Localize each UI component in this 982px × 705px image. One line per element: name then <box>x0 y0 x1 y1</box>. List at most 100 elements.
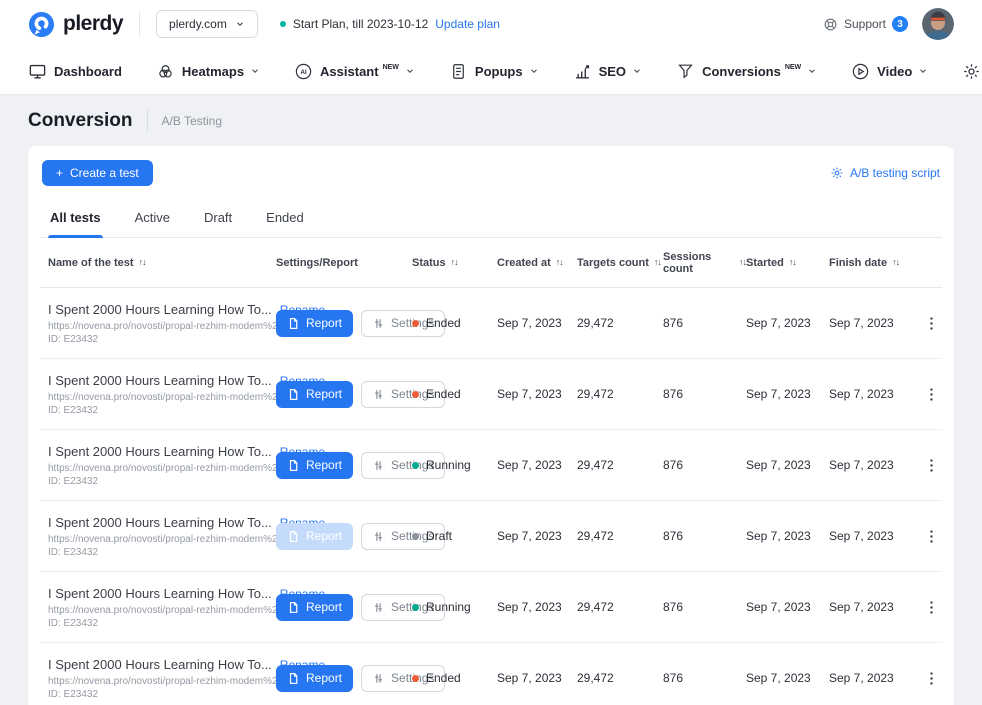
main-nav: Dashboard Heatmaps AI Assistant NEW Popu… <box>0 48 982 95</box>
brand-name: plerdy <box>63 12 123 36</box>
test-name: I Spent 2000 Hours Learning How To... <box>48 586 272 601</box>
created-at-value: Sep 7, 2023 <box>497 671 577 685</box>
kebab-menu-button[interactable] <box>923 315 940 332</box>
sort-icon[interactable]: ↑↓ <box>139 258 146 267</box>
kebab-icon <box>923 599 940 616</box>
chevron-down-icon <box>235 19 245 29</box>
test-name: I Spent 2000 Hours Learning How To... <box>48 657 272 672</box>
nav-conversions[interactable]: Conversions NEW <box>676 62 817 81</box>
chevron-down-icon <box>807 66 817 76</box>
started-value: Sep 7, 2023 <box>746 529 829 543</box>
table-body: I Spent 2000 Hours Learning How To... Re… <box>40 288 942 705</box>
funnel-icon <box>676 62 695 81</box>
created-at-value: Sep 7, 2023 <box>497 316 577 330</box>
report-button[interactable]: Report <box>276 594 353 621</box>
tab-all-tests[interactable]: All tests <box>48 202 103 237</box>
sliders-icon <box>372 459 385 472</box>
status-dot <box>412 675 419 682</box>
started-value: Sep 7, 2023 <box>746 458 829 472</box>
gear-icon <box>830 166 844 180</box>
kebab-icon <box>923 457 940 474</box>
test-id: ID: E23432 <box>48 405 262 416</box>
targets-count-value: 29,472 <box>577 458 663 472</box>
plan-status: Start Plan, till 2023-10-12 Update plan <box>280 17 500 31</box>
chevron-down-icon <box>529 66 539 76</box>
tab-draft[interactable]: Draft <box>202 202 234 237</box>
sort-icon[interactable]: ↑↓ <box>654 258 661 267</box>
sessions-count-value: 876 <box>663 671 746 685</box>
support-label: Support <box>844 17 886 31</box>
domain-selector[interactable]: plerdy.com <box>156 10 258 38</box>
chevron-down-icon <box>918 66 928 76</box>
targets-count-value: 29,472 <box>577 387 663 401</box>
nav-video[interactable]: Video <box>851 62 928 81</box>
kebab-menu-button[interactable] <box>923 528 940 545</box>
sort-icon[interactable]: ↑↓ <box>789 258 796 267</box>
tab-active[interactable]: Active <box>133 202 172 237</box>
lifebuoy-icon <box>823 17 838 32</box>
nav-label: Conversions <box>702 64 781 79</box>
kebab-menu-button[interactable] <box>923 670 940 687</box>
report-button[interactable]: Report <box>276 310 353 337</box>
table-row: I Spent 2000 Hours Learning How To... Re… <box>40 572 942 643</box>
kebab-icon <box>923 528 940 545</box>
test-id: ID: E23432 <box>48 689 262 700</box>
nav-label: Dashboard <box>54 64 122 79</box>
nav-label: Heatmaps <box>182 64 244 79</box>
ai-assistant-icon: AI <box>294 62 313 81</box>
sort-icon[interactable]: ↑↓ <box>739 258 746 267</box>
plerdy-logo[interactable]: plerdy <box>28 11 123 38</box>
table-row: I Spent 2000 Hours Learning How To... Re… <box>40 430 942 501</box>
nav-label: SEO <box>599 64 626 79</box>
update-plan-link[interactable]: Update plan <box>435 17 500 31</box>
kebab-menu-button[interactable] <box>923 599 940 616</box>
report-button[interactable]: Report <box>276 381 353 408</box>
nav-dashboard[interactable]: Dashboard <box>28 62 122 81</box>
sessions-count-value: 876 <box>663 600 746 614</box>
report-button[interactable]: Report <box>276 665 353 692</box>
finish-date-value: Sep 7, 2023 <box>829 387 920 401</box>
sort-icon[interactable]: ↑↓ <box>892 258 899 267</box>
sort-icon[interactable]: ↑↓ <box>451 258 458 267</box>
nav-heatmaps[interactable]: Heatmaps <box>156 62 260 81</box>
created-at-value: Sep 7, 2023 <box>497 458 577 472</box>
status-label: Ended <box>426 671 461 685</box>
created-at-value: Sep 7, 2023 <box>497 600 577 614</box>
nav-popups[interactable]: Popups <box>449 62 539 81</box>
report-file-icon <box>287 459 300 472</box>
targets-count-value: 29,472 <box>577 600 663 614</box>
support-button[interactable]: Support 3 <box>823 16 908 32</box>
ab-testing-script-link[interactable]: A/B testing script <box>830 166 940 180</box>
nav-seo[interactable]: SEO <box>573 62 642 81</box>
created-at-value: Sep 7, 2023 <box>497 529 577 543</box>
kebab-menu-button[interactable] <box>923 386 940 403</box>
status-label: Ended <box>426 316 461 330</box>
page-head: Conversion A/B Testing <box>0 95 982 146</box>
plus-icon: + <box>56 166 63 180</box>
nav-assistant[interactable]: AI Assistant NEW <box>294 62 415 81</box>
avatar[interactable] <box>922 8 954 40</box>
test-url: https://novena.pro/novosti/propal-rezhim… <box>48 463 262 474</box>
report-button[interactable]: Report <box>276 523 353 550</box>
new-badge: NEW <box>383 64 399 71</box>
sort-icon[interactable]: ↑↓ <box>556 258 563 267</box>
table-row: I Spent 2000 Hours Learning How To... Re… <box>40 288 942 359</box>
started-value: Sep 7, 2023 <box>746 387 829 401</box>
nav-settings[interactable]: Settings <box>962 62 982 81</box>
report-button[interactable]: Report <box>276 452 353 479</box>
kebab-menu-button[interactable] <box>923 457 940 474</box>
table-row: I Spent 2000 Hours Learning How To... Re… <box>40 501 942 572</box>
sliders-icon <box>372 672 385 685</box>
avatar-image <box>922 8 954 40</box>
started-value: Sep 7, 2023 <box>746 671 829 685</box>
sessions-count-value: 876 <box>663 387 746 401</box>
tab-ended[interactable]: Ended <box>264 202 306 237</box>
sessions-count-value: 876 <box>663 316 746 330</box>
bar-chart-icon <box>573 62 592 81</box>
sliders-icon <box>372 601 385 614</box>
create-test-button[interactable]: + Create a test <box>42 160 153 186</box>
sessions-count-value: 876 <box>663 458 746 472</box>
kebab-icon <box>923 315 940 332</box>
started-value: Sep 7, 2023 <box>746 600 829 614</box>
ab-testing-card: + Create a test A/B testing script All t… <box>28 146 954 705</box>
